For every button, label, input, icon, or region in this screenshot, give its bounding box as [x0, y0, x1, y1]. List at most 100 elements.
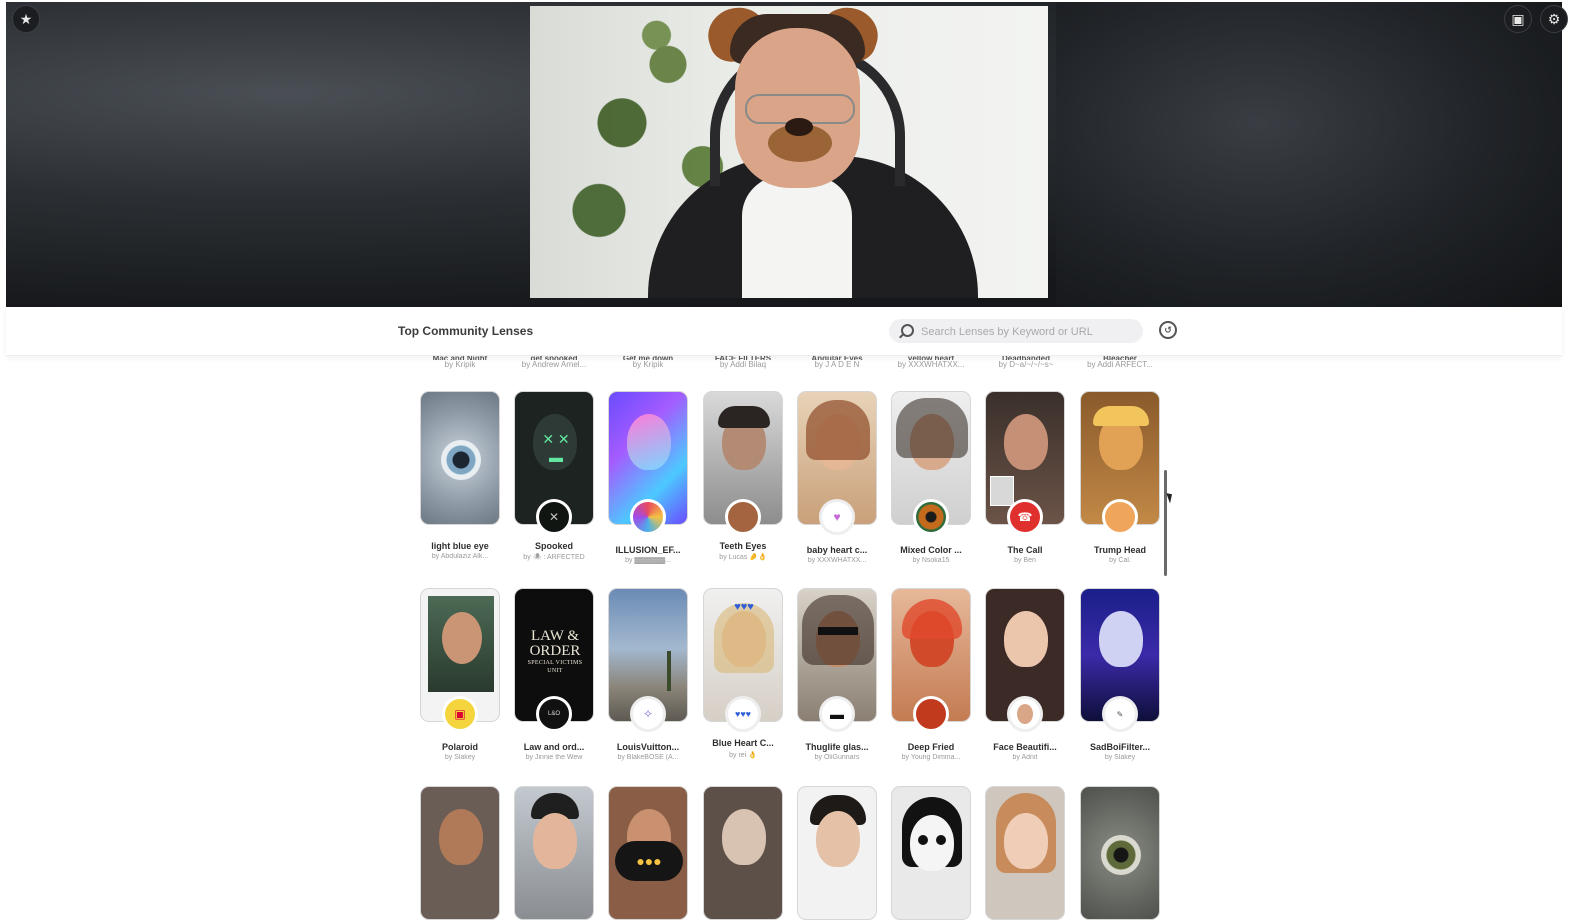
lens-card-face-beautify[interactable]: [985, 588, 1065, 732]
section-title: Top Community Lenses: [398, 324, 534, 338]
lens-card-polaroid[interactable]: ▣: [420, 588, 500, 732]
sunglasses-badge-icon: ▬: [819, 696, 855, 732]
lens-author: by Cal.: [1109, 557, 1131, 564]
mouse-cursor-icon: [1166, 491, 1175, 504]
settings-icon[interactable]: ⚙: [1540, 5, 1568, 33]
emoji-mask-icon: ●●●: [615, 841, 683, 881]
lens-caption[interactable]: Angular Eyes by J A D E N: [789, 354, 885, 370]
star-icon[interactable]: ★: [12, 5, 40, 33]
lens-caption[interactable]: Mac and Night by Kripik: [412, 354, 508, 370]
hair-shape: [806, 400, 870, 460]
lens-preview: [703, 786, 783, 920]
lens-card-deep-fried[interactable]: [891, 588, 971, 732]
twitch-icon[interactable]: ▣: [1504, 5, 1532, 33]
lens-card[interactable]: [985, 786, 1065, 920]
lens-author: by Ben: [1014, 557, 1036, 564]
face-thumbnail: [442, 612, 482, 664]
lens-card-spooked[interactable]: ✕ ✕ ▬ ✕: [514, 391, 594, 535]
lv-pattern-icon: ✧: [630, 696, 666, 732]
search-icon: [901, 324, 914, 337]
lens-preview: [985, 786, 1065, 920]
lens-caption[interactable]: FACE FILTERS by Addi Bilaq: [695, 354, 791, 370]
lens-title: Face Beautifi...: [993, 742, 1057, 752]
law-order-badge-icon: L&O: [536, 696, 572, 732]
lens-card-mixed-color[interactable]: [891, 391, 971, 535]
lens-card[interactable]: [703, 786, 783, 920]
lens-card-thuglife-glasses[interactable]: ▬: [797, 588, 877, 732]
trump-head-icon: [1102, 499, 1138, 535]
illusion-badge-icon: [630, 499, 666, 535]
pip-window: [990, 476, 1014, 506]
lens-author: by ▓▓▓▓▓▓...: [625, 557, 671, 564]
blue-hearts-icon: ♥♥♥: [725, 696, 761, 732]
lens-caption[interactable]: Bleacher by Addi ARFECT...: [1072, 354, 1168, 370]
lens-card[interactable]: [891, 786, 971, 920]
lens-card-the-call[interactable]: ☎: [985, 391, 1065, 535]
hair-shape: [1093, 406, 1149, 426]
lens-card-sadboi-filter[interactable]: ✎: [1080, 588, 1160, 732]
hair-shape: [902, 599, 962, 639]
lens-caption[interactable]: Deadbanded by D~a/~/~/~s~: [978, 354, 1074, 370]
lens-card[interactable]: [514, 786, 594, 920]
lens-card-louis-vuitton[interactable]: ✧: [608, 588, 688, 732]
deep-fried-icon: [913, 696, 949, 732]
lens-card-law-and-order[interactable]: LAW & ORDER SPECIAL VICTIMS UNIT L&O: [514, 588, 594, 732]
hang-up-phone-icon: ☎: [1007, 499, 1043, 535]
lens-caption[interactable]: get spooked by Andrew Arnel...: [506, 354, 602, 370]
lens-card-blue-heart-crown[interactable]: ♥♥♥ ♥♥♥: [703, 588, 783, 732]
palm-tree: [667, 651, 671, 691]
eye-icon: [441, 440, 481, 480]
heart-crown-icon: ♥♥♥: [734, 601, 754, 613]
lens-card[interactable]: [420, 786, 500, 920]
lens-card[interactable]: [1080, 786, 1160, 920]
spooked-badge-icon: ✕: [536, 499, 572, 535]
sadboi-badge-icon: ✎: [1102, 696, 1138, 732]
lens-author: by Slakey: [1104, 754, 1136, 761]
lens-preview: [891, 786, 971, 920]
lens-title: LouisVuitton...: [616, 742, 680, 752]
face-thumbnail: [1004, 414, 1048, 470]
lens-card-light-blue-eye[interactable]: [420, 391, 500, 525]
lens-title: SadBoiFilter...: [1089, 742, 1150, 752]
face-thumbnail: [627, 414, 671, 470]
camera-icon: ▣: [442, 696, 478, 732]
lens-preview: [1080, 786, 1160, 920]
hair-shape: [714, 603, 774, 673]
lens-caption[interactable]: Get me down by Kripik: [600, 354, 696, 370]
lens-card-baby-heart[interactable]: ♥: [797, 391, 877, 535]
law-order-title-art: LAW & ORDER SPECIAL VICTIMS UNIT: [527, 628, 583, 675]
hair-shape: [896, 398, 968, 458]
search-bar[interactable]: [889, 319, 1143, 345]
lens-preview: [514, 786, 594, 920]
polaroid-photo: [428, 596, 494, 692]
lens-card-trump-head[interactable]: [1080, 391, 1160, 535]
lens-author: by BlakeBOSE (A...: [617, 754, 679, 761]
lens-author: by Adnit: [1012, 754, 1038, 761]
lens-preview: [797, 786, 877, 920]
scrollbar-thumb[interactable]: [1164, 470, 1167, 576]
lens-title: ILLUSION_EF...: [615, 545, 681, 555]
history-icon[interactable]: ↺: [1159, 321, 1177, 339]
sunglasses-icon: [818, 627, 858, 635]
lens-card[interactable]: [797, 786, 877, 920]
face-beautify-icon: [1007, 696, 1043, 732]
lens-card[interactable]: ●●●: [608, 786, 688, 920]
glow-mask-icon: ✕ ✕ ▬: [542, 431, 570, 465]
lens-preview: ●●●: [608, 786, 688, 920]
color-eye-icon: [913, 499, 949, 535]
face-thumbnail: [1099, 611, 1143, 667]
search-input[interactable]: [919, 319, 1133, 345]
hair-shape: [718, 406, 770, 428]
lens-preview: [420, 786, 500, 920]
teeth-badge-icon: [725, 499, 761, 535]
lens-card-illusion-effect[interactable]: [608, 391, 688, 535]
eye-icon: [1101, 835, 1141, 875]
lens-browser-header: Top Community Lenses ↺: [6, 307, 1562, 356]
person-shirt: [742, 176, 852, 298]
webcam-feed: [530, 6, 1048, 298]
heart-icon: ♥: [819, 499, 855, 535]
face-thumbnail: [1004, 611, 1048, 667]
lens-card-teeth-eyes[interactable]: [703, 391, 783, 535]
lens-title: Trump Head: [1093, 545, 1146, 555]
lens-caption[interactable]: yellow heart by XXXWHATXX...: [883, 354, 979, 370]
